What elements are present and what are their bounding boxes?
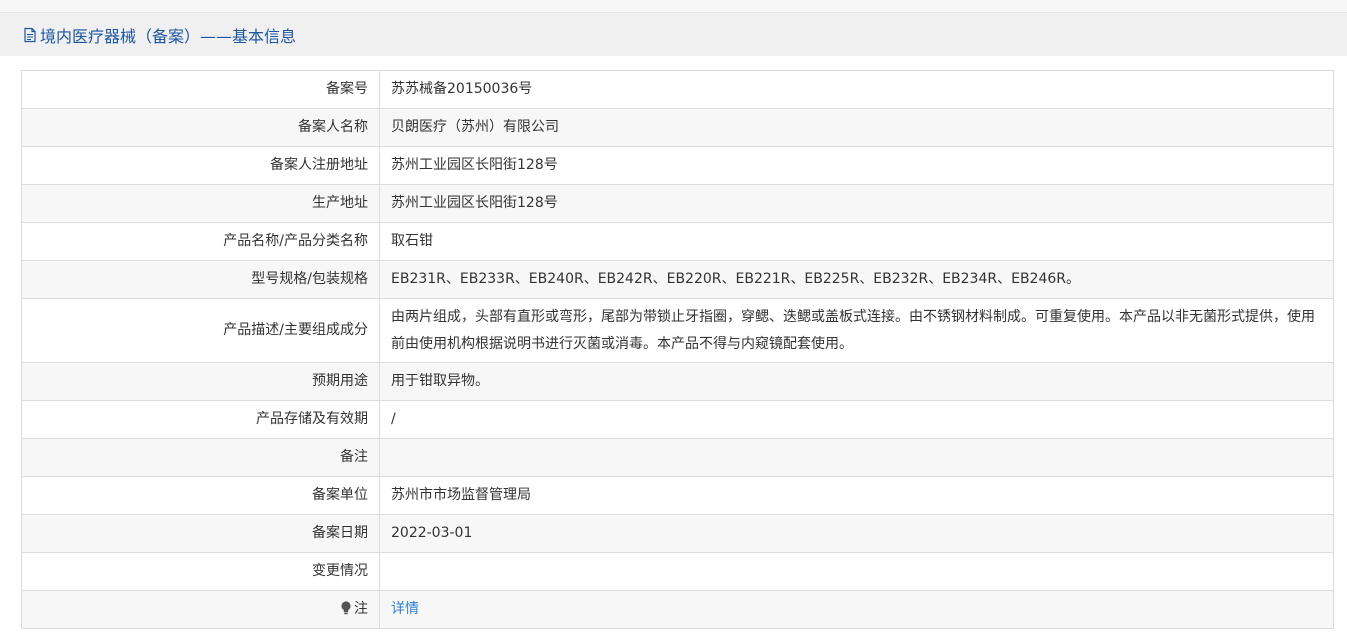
table-row: 备案号 苏苏械备20150036号 <box>21 70 1334 109</box>
table-row: 生产地址 苏州工业园区长阳街128号 <box>21 184 1334 223</box>
table-row: 备案单位 苏州市市场监督管理局 <box>21 476 1334 515</box>
field-label: 备注 <box>21 438 380 477</box>
field-value <box>379 552 1334 591</box>
table-row: 产品描述/主要组成成分 由两片组成，头部有直形或弯形，尾部为带锁止牙指圈，穿鳃、… <box>21 298 1334 363</box>
note-label: 注 <box>354 601 368 617</box>
table-row: 备案人名称 贝朗医疗（苏州）有限公司 <box>21 108 1334 147</box>
field-value <box>379 438 1334 477</box>
note-value-cell: 详情 <box>379 590 1334 629</box>
top-strip <box>0 0 1347 12</box>
field-label: 备案人名称 <box>21 108 380 147</box>
field-value: 苏苏械备20150036号 <box>379 70 1334 109</box>
table-row: 备注 <box>21 438 1334 477</box>
field-label: 生产地址 <box>21 184 380 223</box>
table-row: 预期用途 用于钳取异物。 <box>21 362 1334 401</box>
field-value: EB231R、EB233R、EB240R、EB242R、EB220R、EB221… <box>379 260 1334 299</box>
field-value: 苏州工业园区长阳街128号 <box>379 146 1334 185</box>
field-label: 备案号 <box>21 70 380 109</box>
lightbulb-icon <box>341 601 351 615</box>
field-value: 苏州市市场监督管理局 <box>379 476 1334 515</box>
field-label: 备案单位 <box>21 476 380 515</box>
field-value: 贝朗医疗（苏州）有限公司 <box>379 108 1334 147</box>
table-row: 型号规格/包装规格 EB231R、EB233R、EB240R、EB242R、EB… <box>21 260 1334 299</box>
details-link[interactable]: 详情 <box>391 601 419 617</box>
field-value: 用于钳取异物。 <box>379 362 1334 401</box>
note-row: 注 详情 <box>21 590 1334 629</box>
document-icon <box>24 27 36 42</box>
field-label: 产品存储及有效期 <box>21 400 380 439</box>
note-label-cell: 注 <box>21 590 380 629</box>
field-label: 型号规格/包装规格 <box>21 260 380 299</box>
field-value: 2022-03-01 <box>379 514 1334 553</box>
field-label: 备案人注册地址 <box>21 146 380 185</box>
field-label: 变更情况 <box>21 552 380 591</box>
section-header: 境内医疗器械（备案）——基本信息 <box>0 12 1347 56</box>
field-value: 苏州工业园区长阳街128号 <box>379 184 1334 223</box>
page-title: 境内医疗器械（备案）——基本信息 <box>40 26 297 46</box>
table-row: 备案人注册地址 苏州工业园区长阳街128号 <box>21 146 1334 185</box>
field-label: 产品名称/产品分类名称 <box>21 222 380 261</box>
field-label: 预期用途 <box>21 362 380 401</box>
table-row: 备案日期 2022-03-01 <box>21 514 1334 553</box>
table-row: 产品名称/产品分类名称 取石钳 <box>21 222 1334 261</box>
field-value: 取石钳 <box>379 222 1334 261</box>
field-value: 由两片组成，头部有直形或弯形，尾部为带锁止牙指圈，穿鳃、迭鳃或盖板式连接。由不锈… <box>379 298 1334 363</box>
field-label: 备案日期 <box>21 514 380 553</box>
field-label: 产品描述/主要组成成分 <box>21 298 380 363</box>
table-row: 变更情况 <box>21 552 1334 591</box>
table-row: 产品存储及有效期 / <box>21 400 1334 439</box>
basic-info-table: 备案号 苏苏械备20150036号 备案人名称 贝朗医疗（苏州）有限公司 备案人… <box>21 70 1334 629</box>
field-value: / <box>379 400 1334 439</box>
